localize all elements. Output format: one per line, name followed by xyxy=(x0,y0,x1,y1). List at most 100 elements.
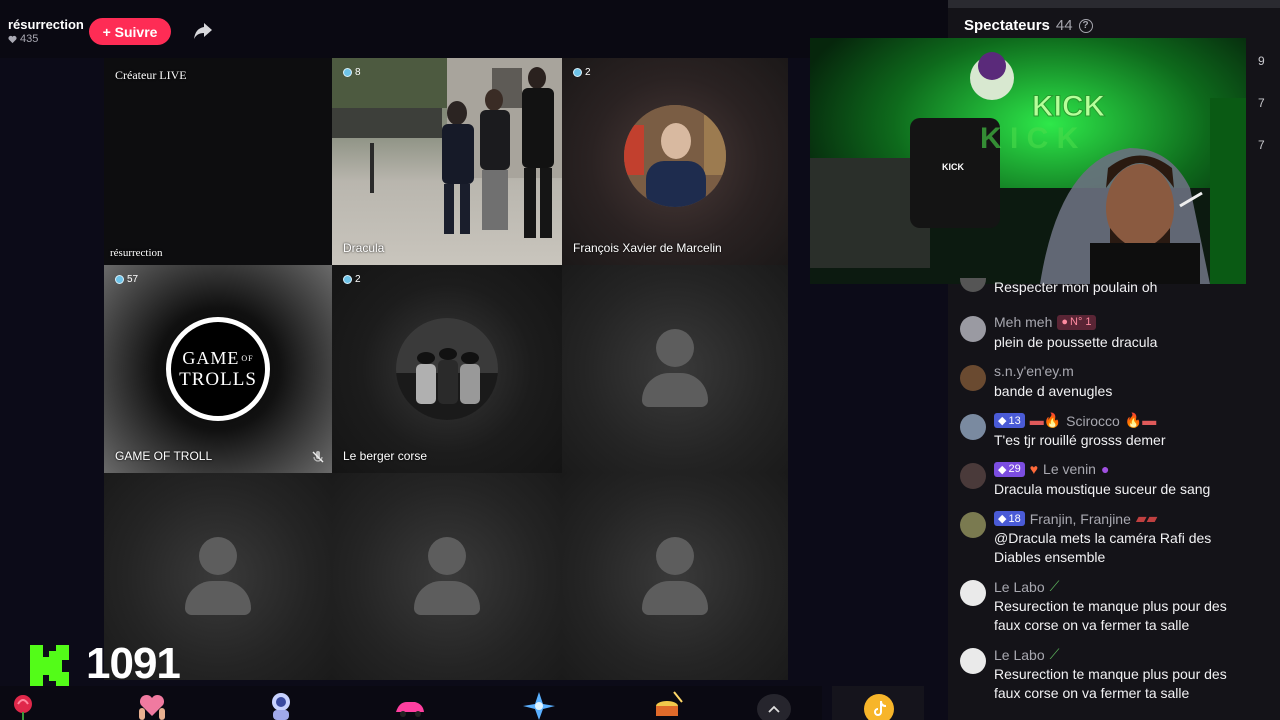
streamer-webcam: KICK KICK K I C K xyxy=(810,38,1246,284)
astronaut-gift-icon[interactable] xyxy=(264,690,298,720)
galaxy-gift-icon[interactable] xyxy=(522,690,556,720)
heart-hands-gift-icon[interactable] xyxy=(135,690,169,720)
tile-name: François Xavier de Marcelin xyxy=(573,241,722,255)
level-badge: ◆ 18 xyxy=(994,511,1025,526)
devil-emoji-icon: ● xyxy=(1100,461,1110,477)
game-of-trolls-logo: GAME OF TROLLS xyxy=(166,317,270,421)
placeholder-avatar-icon xyxy=(185,536,251,617)
tile-name: GAME OF TROLL xyxy=(115,449,213,463)
tile-dracula[interactable]: 8 Dracula xyxy=(332,58,562,265)
tile-empty[interactable] xyxy=(332,473,562,680)
level-badge: ◆ 13 xyxy=(994,413,1025,428)
gem-icon: ◆ xyxy=(998,463,1007,476)
chat-username[interactable]: ◆ 29 ♥ Le venin ● xyxy=(994,461,1109,477)
tile-game-of-troll[interactable]: GAME OF TROLLS 57 GAME OF TROLL xyxy=(104,265,332,473)
tile-name: Le berger corse xyxy=(343,449,428,463)
viewer-icon xyxy=(115,275,124,284)
ranking-number: 9 xyxy=(1258,54,1265,68)
host-likes: 435 xyxy=(8,33,38,45)
webcam-sign-text: KICK xyxy=(1032,90,1106,123)
share-icon[interactable] xyxy=(193,22,213,40)
avatar xyxy=(624,104,726,207)
heart-badge-icon: ♥ xyxy=(1029,461,1039,477)
avatar[interactable] xyxy=(960,512,986,538)
chat-username[interactable]: ◆ 18 Franjin, Franjine ▰▰ xyxy=(994,510,1157,527)
webcam-shirt-text: KICK xyxy=(942,162,964,172)
fire-icon: ● xyxy=(1061,316,1069,328)
pencil-emoji-icon: ⟋ xyxy=(1049,646,1060,662)
mic-muted-icon xyxy=(312,451,324,463)
avatar[interactable] xyxy=(960,463,986,489)
follow-button[interactable]: + Suivre xyxy=(89,18,171,45)
placeholder-avatar-icon xyxy=(642,329,708,409)
live-header: résurrection 435 + Suivre xyxy=(0,0,948,58)
spectators-header[interactable]: Spectateurs 44 ? xyxy=(964,17,1093,34)
car-gift-icon[interactable] xyxy=(393,690,427,720)
viewer-count: 2 xyxy=(573,67,591,78)
chat-message: s.n.y'en'ey.m bande d avenugles xyxy=(958,363,1258,407)
host-name[interactable]: résurrection xyxy=(8,17,84,32)
ranking-number: 7 xyxy=(1258,138,1265,152)
tile-empty[interactable] xyxy=(562,265,788,473)
avatar[interactable] xyxy=(960,316,986,342)
chat-text: bande d avenugles xyxy=(994,383,1113,399)
likes-count: 435 xyxy=(20,33,39,45)
drum-gift-icon[interactable] xyxy=(652,690,686,720)
tile-top-label: Créateur LIVE xyxy=(115,68,187,82)
chat-text: Dracula moustique suceur de sang xyxy=(994,481,1211,497)
chat-username[interactable]: s.n.y'en'ey.m xyxy=(994,363,1074,379)
chat-text: Resurection te manque plus pour des faux… xyxy=(994,598,1227,633)
car-emoji-icon: ▬🔥 xyxy=(1029,412,1062,428)
spectators-count: 44 xyxy=(1055,17,1073,34)
chat-message: Respecter mon poulain oh xyxy=(958,278,1258,306)
tile-host[interactable]: Créateur LIVE résurrection xyxy=(104,58,332,265)
avatar[interactable] xyxy=(960,414,986,440)
level-badge: ◆ 29 xyxy=(994,461,1025,477)
tile-name: Dracula xyxy=(343,241,385,255)
viewer-count: 8 xyxy=(343,67,361,78)
chat-message: Le Labo ⟋ Resurection te manque plus pour… xyxy=(958,578,1258,640)
placeholder-avatar-icon xyxy=(642,536,708,617)
chat-message: ◆ 18 Franjin, Franjine ▰▰ @Dracula mets la … xyxy=(958,510,1258,572)
tile-francois[interactable]: 2 François Xavier de Marcelin xyxy=(562,58,788,265)
viewer-icon xyxy=(573,68,582,77)
kick-logo-icon xyxy=(30,645,69,687)
avatar[interactable] xyxy=(960,365,986,391)
guest-grid: Créateur LIVE résurrection 8 Dracula 2 F… xyxy=(0,58,948,720)
heart-icon xyxy=(8,35,17,43)
spectators-title: Spectateurs xyxy=(964,17,1050,34)
tile-le-berger-corse[interactable]: 2 Le berger corse xyxy=(332,265,562,473)
chat-username[interactable]: Le Labo ⟋ xyxy=(994,646,1059,663)
rose-gift-icon[interactable] xyxy=(6,690,40,720)
viewer-count: 57 xyxy=(115,274,138,285)
ranking-number: 7 xyxy=(1258,96,1265,110)
chevron-up-icon xyxy=(768,705,780,713)
chat-message: ◆ 29 ♥ Le venin ● Dracula moustique suceur d… xyxy=(958,461,1258,505)
chat-text: Respecter mon poulain oh xyxy=(994,279,1158,295)
chat-username[interactable]: Meh meh ● N° 1 xyxy=(994,314,1096,330)
tiktok-note-icon xyxy=(874,701,886,716)
avatar[interactable] xyxy=(960,580,986,606)
pencil-emoji-icon: ⟋ xyxy=(1049,578,1060,594)
placeholder-avatar-icon xyxy=(414,536,480,617)
chat-username[interactable]: Le Labo ⟋ xyxy=(994,578,1059,595)
viewer-icon xyxy=(343,68,352,77)
chat-text: Resurection te manque plus pour des faux… xyxy=(994,666,1227,701)
gem-icon: ◆ xyxy=(998,513,1007,525)
viewer-count: 2 xyxy=(343,274,361,285)
avatar xyxy=(396,318,498,420)
chat-message: Meh meh ● N° 1 plein de poussette dracula xyxy=(958,314,1258,358)
street-photo xyxy=(332,58,562,238)
tile-empty[interactable] xyxy=(562,473,788,680)
avatar[interactable] xyxy=(960,648,986,674)
chat-username[interactable]: ◆ 13 ▬🔥 Scirocco 🔥▬ xyxy=(994,412,1156,429)
tile-name: résurrection xyxy=(110,247,163,259)
fire-emoji-icon: 🔥▬ xyxy=(1124,412,1157,428)
coin-icon[interactable] xyxy=(864,694,894,720)
avatar[interactable] xyxy=(960,278,986,292)
expand-gifts-button[interactable] xyxy=(757,694,791,720)
kick-viewer-count: 1091 xyxy=(86,639,181,688)
help-icon[interactable]: ? xyxy=(1078,18,1093,33)
chat-message: ◆ 13 ▬🔥 Scirocco 🔥▬ T'es tjr rouillé grosss … xyxy=(958,412,1258,456)
chat-message: Le Labo ⟋ Resurection te manque plus pour… xyxy=(958,646,1258,708)
